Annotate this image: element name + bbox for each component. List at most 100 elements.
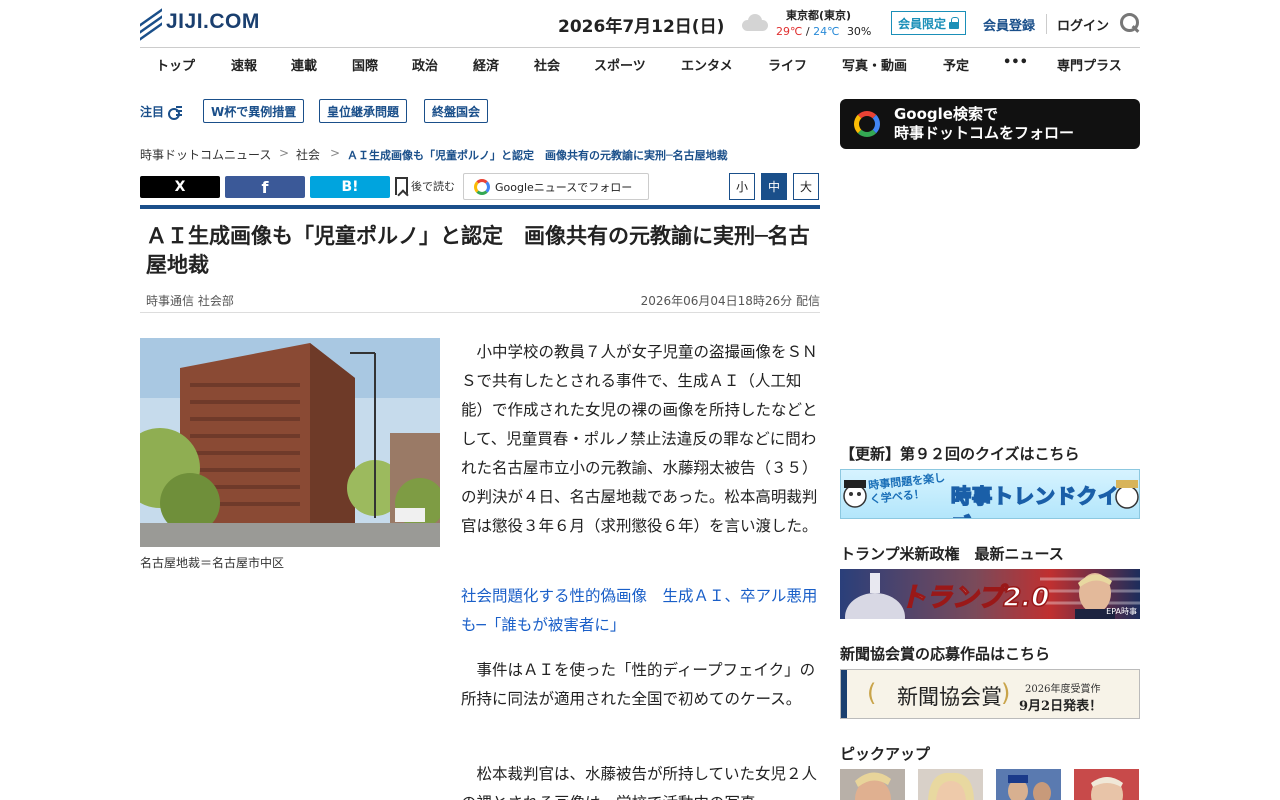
trending-label-text: 注目	[140, 105, 165, 119]
header-divider	[1046, 14, 1047, 34]
pickup-thumbnail[interactable]	[840, 769, 905, 800]
google-icon	[474, 178, 490, 195]
site-logo[interactable]: JIJI.COM	[140, 8, 260, 41]
trending-icon	[168, 105, 183, 120]
site-header: JIJI.COM 2026年7月12日(日) 東京都(東京) 29℃ / 24℃…	[140, 0, 1140, 48]
nav-society[interactable]: 社会	[534, 55, 560, 74]
article-byline: 時事通信 社会部	[146, 294, 234, 308]
member-only-button[interactable]: 会員限定	[891, 11, 967, 35]
share-x-button[interactable]: X	[140, 176, 220, 198]
cloud-icon	[740, 12, 770, 32]
pickup-heading: ピックアップ	[840, 745, 931, 763]
trending-tag[interactable]: 終盤国会	[424, 99, 489, 123]
google-follow-line2: 時事ドットコムをフォロー	[894, 124, 1075, 142]
laurel-left-icon: (	[867, 679, 877, 707]
trending-tag[interactable]: W杯で異例措置	[203, 99, 305, 123]
trump-heading[interactable]: トランプ米新政権 最新ニュース	[840, 543, 1064, 564]
read-later-button[interactable]: 後で読む	[395, 177, 455, 195]
temp-high: 29℃	[776, 25, 803, 38]
font-size-medium-button[interactable]: 中	[761, 173, 787, 200]
pickup-thumbnail[interactable]	[1074, 769, 1139, 800]
share-facebook-button[interactable]: f	[225, 176, 305, 198]
breadcrumb-home[interactable]: 時事ドットコムニュース	[140, 146, 271, 163]
google-search-follow-banner[interactable]: Google検索で 時事ドットコムをフォロー	[840, 99, 1140, 149]
nav-more-icon[interactable]: •••	[1003, 55, 1028, 70]
hatena-icon: B!	[341, 179, 359, 195]
trump-banner-title: トランプ2.0	[899, 582, 1050, 614]
nav-sports[interactable]: スポーツ	[594, 55, 646, 74]
quiz-banner[interactable]: 時事問題を楽しく学べる！ 時事トレンドクイズ	[840, 469, 1140, 519]
related-article-link[interactable]: 社会問題化する性的偽画像 生成ＡＩ、卒アル悪用も─「誰もが被害者に」	[461, 582, 821, 640]
courthouse-image	[140, 338, 440, 547]
press-award-banner[interactable]: ( 新聞協会賞 ) 2026年度受賞作 9月2日発表！	[840, 669, 1140, 719]
trending-label: 注目	[140, 103, 183, 120]
font-size-small-button[interactable]: 小	[729, 173, 755, 200]
press-award-accent	[841, 670, 847, 718]
google-follow-line1: Google検索で	[894, 105, 998, 123]
nav-economy[interactable]: 経済	[473, 55, 499, 74]
article-paragraph: 小中学校の教員７人が女子児童の盗撮画像をＳＮＳで共有したとされる事件で、生成ＡＩ…	[461, 343, 818, 535]
quiz-banner-title: 時事トレンドクイズ	[950, 483, 1119, 518]
press-award-heading[interactable]: 新聞協会賞の応募作品はこちら	[840, 643, 1050, 664]
nav-series[interactable]: 連載	[291, 55, 317, 74]
laurel-right-icon: )	[1001, 679, 1011, 707]
temp-sep: /	[805, 25, 810, 38]
nav-pro-plus[interactable]: 専門プラス	[1057, 55, 1122, 74]
article-photo[interactable]	[140, 338, 440, 547]
nav-entertainment[interactable]: エンタメ	[681, 55, 733, 74]
nav-politics[interactable]: 政治	[412, 55, 438, 74]
pickup-image	[855, 772, 891, 800]
breadcrumb-current: ＡＩ生成画像も「児童ポルノ」と認定 画像共有の元教諭に実刑─名古屋地裁	[347, 149, 728, 162]
share-hatena-button[interactable]: B!	[310, 176, 390, 198]
facebook-icon: f	[261, 177, 269, 197]
pickup-image	[928, 772, 974, 800]
read-later-label: 後で読む	[411, 180, 455, 193]
main-nav: トップ 速報 連載 国際 政治 経済 社会 スポーツ エンタメ ライフ 写真・動…	[140, 48, 1140, 78]
current-date: 2026年7月12日(日)	[558, 17, 725, 37]
press-award-sub2: 9月2日発表！	[1019, 699, 1103, 714]
quiz-heading[interactable]: 【更新】第９２回のクイズはこちら	[840, 443, 1080, 464]
breadcrumb-category[interactable]: 社会	[296, 146, 320, 163]
nav-life[interactable]: ライフ	[768, 55, 807, 74]
article-top-rule	[140, 205, 820, 209]
login-link[interactable]: ログイン	[1057, 15, 1109, 34]
article-paragraph: 松本裁判官は、水藤被告が所持していた女児２人の裸とされる画像は、学校で活動中の写…	[461, 765, 818, 800]
google-news-label: Googleニュースでフォロー	[495, 180, 633, 194]
article-title: ＡＩ生成画像も「児童ポルノ」と認定 画像共有の元教諭に実刑─名古屋地裁	[146, 224, 810, 277]
pickup-thumbnail[interactable]	[918, 769, 983, 800]
rain-chance: 30%	[846, 25, 872, 38]
nav-photo-video[interactable]: 写真・動画	[842, 55, 907, 74]
breadcrumb-sep: >	[279, 146, 290, 160]
member-only-label: 会員限定	[898, 16, 947, 31]
trump-banner-credit: EPA時事	[1106, 607, 1137, 616]
nav-breaking[interactable]: 速報	[231, 55, 257, 74]
bookmark-icon	[395, 177, 408, 195]
nav-top[interactable]: トップ	[156, 55, 195, 74]
google-icon	[854, 111, 880, 137]
article-paragraph: 事件はＡＩを使った「性的ディープフェイク」の所持に同法が適用された全国で初めての…	[461, 661, 816, 708]
pickup-image	[1008, 775, 1051, 800]
x-icon: X	[174, 179, 186, 195]
register-link[interactable]: 会員登録	[983, 15, 1035, 34]
logo-mark-icon	[140, 8, 162, 41]
nav-schedule[interactable]: 予定	[943, 55, 969, 74]
pickup-image	[1091, 777, 1123, 800]
photo-caption: 名古屋地裁＝名古屋市中区	[140, 556, 285, 570]
search-icon[interactable]	[1120, 13, 1140, 33]
press-award-title: 新聞協会賞	[897, 685, 1002, 709]
temp-low: 24℃	[813, 25, 840, 38]
google-follow-text: Google検索で 時事ドットコムをフォロー	[894, 105, 1074, 143]
nav-international[interactable]: 国際	[352, 55, 378, 74]
breadcrumb-sep: >	[330, 146, 341, 160]
pickup-thumbnail[interactable]	[996, 769, 1061, 800]
byline-divider	[140, 312, 820, 313]
weather-location[interactable]: 東京都(東京)	[786, 7, 851, 23]
article-timestamp: 2026年06月04日18時26分 配信	[640, 294, 820, 308]
logo-text: JIJI.COM	[166, 10, 260, 33]
weather-temps: 29℃ / 24℃ 30%	[776, 25, 871, 38]
trending-tag[interactable]: 皇位継承問題	[319, 99, 408, 123]
google-news-follow-button[interactable]: Googleニュースでフォロー	[463, 173, 649, 200]
font-size-large-button[interactable]: 大	[793, 173, 819, 200]
press-award-sub1: 2026年度受賞作	[1025, 684, 1101, 695]
trump-banner[interactable]: トランプ2.0 EPA時事	[840, 569, 1140, 619]
